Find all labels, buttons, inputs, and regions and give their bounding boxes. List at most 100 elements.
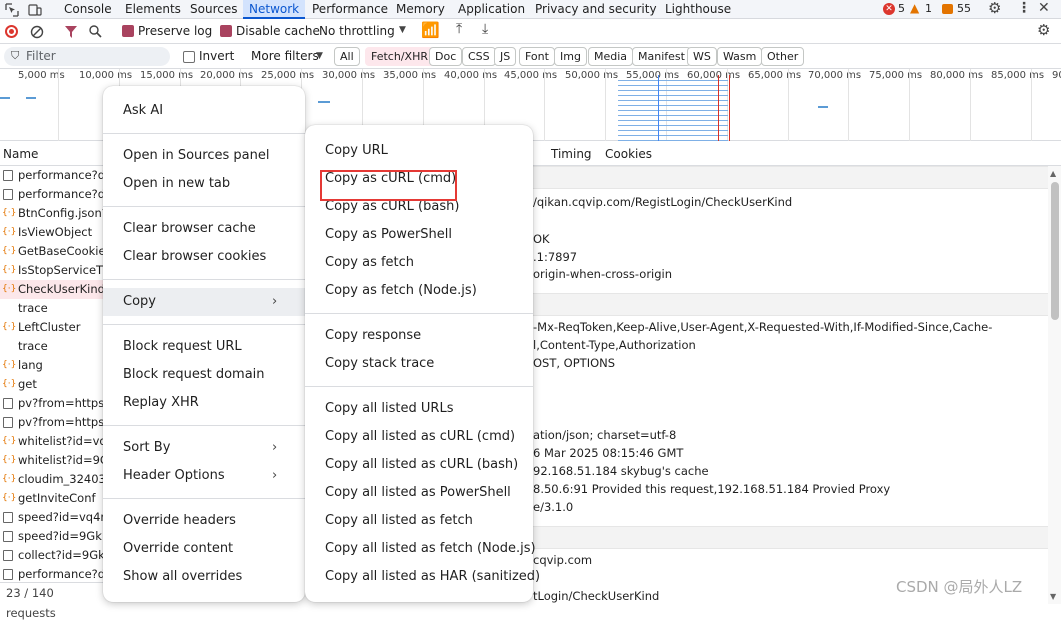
chip-font[interactable]: Font	[519, 47, 555, 66]
scroll-down-icon[interactable]: ▼	[1050, 592, 1056, 601]
table-row[interactable]: trace	[0, 337, 105, 356]
table-row[interactable]: pv?from=https%	[0, 413, 105, 432]
table-row[interactable]: speed?id=vq4n2	[0, 508, 105, 527]
invert-checkbox[interactable]	[183, 51, 195, 63]
menu-item-copy-all-powershell[interactable]: Copy all listed as PowerShell	[305, 479, 533, 507]
chip-all[interactable]: All	[334, 47, 360, 66]
tab-cookies[interactable]: Cookies	[605, 147, 652, 161]
disable-cache-checkbox[interactable]	[220, 25, 232, 37]
table-row[interactable]: {·}BtnConfig.json?v	[0, 204, 105, 223]
table-row[interactable]: pv?from=https%	[0, 394, 105, 413]
menu-item-copy-all-fetch[interactable]: Copy all listed as fetch	[305, 507, 533, 535]
tab-lighthouse[interactable]: Lighthouse	[665, 0, 731, 19]
record-icon[interactable]	[5, 25, 18, 38]
inspect-element-icon[interactable]	[3, 1, 21, 18]
menu-item-copy-all-fetch-node[interactable]: Copy all listed as fetch (Node.js)	[305, 535, 536, 563]
tab-application[interactable]: Application	[458, 0, 525, 19]
chip-css[interactable]: CSS	[462, 47, 496, 66]
table-row[interactable]: {·} lang	[0, 356, 105, 375]
tab-privacy-security[interactable]: Privacy and security	[535, 0, 657, 19]
tab-console[interactable]: Console	[64, 0, 112, 19]
xhr-icon: {·}	[2, 265, 17, 275]
tab-memory[interactable]: Memory	[396, 0, 445, 19]
table-row[interactable]: {·} IsStopServiceT	[0, 261, 105, 280]
settings-gear-icon[interactable]: ⚙	[988, 0, 1001, 17]
menu-item-show-all-overrides[interactable]: Show all overrides	[103, 563, 305, 591]
table-row[interactable]: trace	[0, 299, 105, 318]
table-row[interactable]: {·} get	[0, 375, 105, 394]
network-settings-gear-icon[interactable]: ⚙	[1037, 21, 1050, 39]
menu-item-override-headers[interactable]: Override headers	[103, 507, 305, 535]
warning-icon[interactable]: ▲	[910, 1, 919, 15]
clear-icon[interactable]	[29, 24, 44, 39]
tab-sources[interactable]: Sources	[190, 0, 237, 19]
menu-item-open-in-new-tab[interactable]: Open in new tab	[103, 170, 305, 198]
table-row[interactable]: {·} CheckUserKind	[0, 280, 105, 299]
chip-other[interactable]: Other	[761, 47, 805, 66]
chip-manifest[interactable]: Manifest	[632, 47, 691, 66]
table-row[interactable]: performance?dn	[0, 185, 105, 204]
table-row[interactable]: performance?dn	[0, 565, 105, 582]
table-row[interactable]: speed?id=9GkL9	[0, 527, 105, 546]
issues-icon[interactable]	[942, 4, 953, 14]
more-options-icon[interactable]: ⋮	[1017, 0, 1031, 16]
filter-input[interactable]: ⛉ Filter	[4, 47, 170, 66]
menu-item-open-in-sources[interactable]: Open in Sources panel	[103, 142, 305, 170]
menu-item-copy-response[interactable]: Copy response	[305, 322, 533, 350]
table-row[interactable]: performance?dn	[0, 166, 105, 185]
table-row[interactable]: {·} IsViewObject	[0, 223, 105, 242]
scrollbar-thumb[interactable]	[1051, 182, 1059, 320]
section-header[interactable]	[533, 166, 1048, 189]
import-har-icon[interactable]: ⤒	[456, 21, 462, 37]
chip-media[interactable]: Media	[588, 47, 634, 66]
close-devtools-icon[interactable]: ✕	[1038, 0, 1050, 16]
tab-performance[interactable]: Performance	[312, 0, 388, 19]
throttling-select[interactable]: No throttling	[319, 24, 395, 38]
error-icon[interactable]: ✕	[883, 3, 895, 15]
menu-item-clear-cookies[interactable]: Clear browser cookies	[103, 243, 305, 271]
menu-item-copy-all-urls[interactable]: Copy all listed URLs	[305, 395, 533, 423]
menu-item-copy-as-fetch-node[interactable]: Copy as fetch (Node.js)	[305, 277, 533, 305]
menu-item-ask-ai[interactable]: Ask AI	[103, 97, 305, 125]
chip-ws[interactable]: WS	[687, 47, 717, 66]
menu-item-block-request-domain[interactable]: Block request domain	[103, 361, 305, 389]
chip-img[interactable]: Img	[554, 47, 587, 66]
tab-network[interactable]: Network	[243, 0, 306, 19]
table-row[interactable]: {·} whitelist?id=vq4	[0, 432, 105, 451]
search-icon[interactable]	[88, 24, 102, 39]
menu-item-block-request-url[interactable]: Block request URL	[103, 333, 305, 361]
chip-js[interactable]: JS	[494, 47, 517, 66]
device-toolbar-icon[interactable]	[26, 1, 44, 18]
table-row[interactable]: {·} LeftCluster	[0, 318, 105, 337]
menu-item-copy-stack-trace[interactable]: Copy stack trace	[305, 350, 533, 378]
menu-item-copy-url[interactable]: Copy URL	[305, 137, 533, 165]
menu-item-copy-as-powershell[interactable]: Copy as PowerShell	[305, 221, 533, 249]
section-header[interactable]	[533, 526, 1048, 549]
chip-fetch-xhr[interactable]: Fetch/XHR	[365, 47, 434, 66]
name-column-header[interactable]: Name	[3, 147, 38, 161]
table-row[interactable]: {·} getInviteConf	[0, 489, 105, 508]
table-row[interactable]: collect?id=9GkL9	[0, 546, 105, 565]
chip-wasm[interactable]: Wasm	[717, 47, 763, 66]
menu-item-copy-all-har[interactable]: Copy all listed as HAR (sanitized)	[305, 563, 540, 591]
menu-item-copy-all-curl-cmd[interactable]: Copy all listed as cURL (cmd)	[305, 423, 533, 451]
tab-elements[interactable]: Elements	[125, 0, 181, 19]
menu-item-clear-cache[interactable]: Clear browser cache	[103, 215, 305, 243]
export-har-icon[interactable]: ⤓	[482, 21, 488, 37]
chip-doc[interactable]: Doc	[429, 47, 463, 66]
tab-timing[interactable]: Timing	[551, 147, 592, 161]
filter-funnel-icon[interactable]	[64, 24, 78, 39]
network-conditions-icon[interactable]: 📶	[421, 21, 440, 39]
section-header[interactable]	[533, 293, 1048, 316]
menu-item-override-content[interactable]: Override content	[103, 535, 305, 563]
more-filters-dropdown[interactable]: More filters	[251, 49, 319, 63]
scroll-up-icon[interactable]: ▲	[1050, 169, 1056, 178]
table-row[interactable]: {·} GetBaseCookieS	[0, 242, 105, 261]
preserve-log-checkbox[interactable]	[122, 25, 134, 37]
timeline-gridline	[544, 69, 545, 141]
table-row[interactable]: {·}whitelist?id=9Gk	[0, 451, 105, 470]
table-row[interactable]: {·} cloudim_324034	[0, 470, 105, 489]
menu-item-copy-all-curl-bash[interactable]: Copy all listed as cURL (bash)	[305, 451, 533, 479]
menu-item-replay-xhr[interactable]: Replay XHR	[103, 389, 305, 417]
menu-item-copy-as-fetch[interactable]: Copy as fetch	[305, 249, 533, 277]
